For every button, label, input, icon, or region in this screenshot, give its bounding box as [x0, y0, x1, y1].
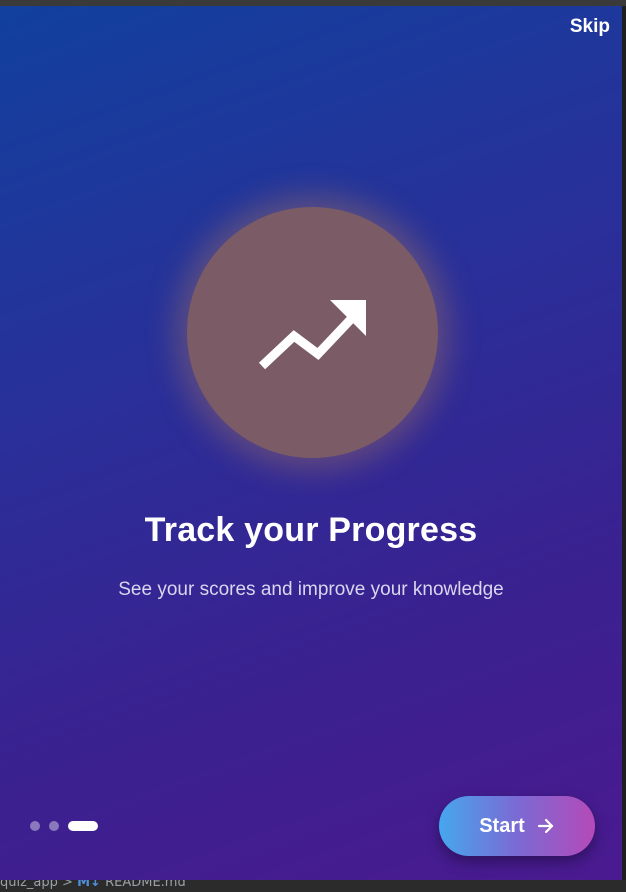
onboarding-subtitle: See your scores and improve your knowled… [118, 579, 504, 600]
window-right-edge [622, 6, 626, 880]
editor-breadcrumb-bar: quiz_app > M↓ README.md [0, 880, 626, 892]
breadcrumb-folder[interactable]: quiz_app [0, 880, 58, 890]
breadcrumb-separator: > [62, 880, 73, 890]
start-button-label: Start [479, 814, 525, 837]
page-indicator-dot-active[interactable] [68, 820, 98, 831]
start-button[interactable]: Start [439, 796, 595, 856]
onboarding-title: Track your Progress [144, 511, 478, 549]
onboarding-screen: Skip Track your Progress See your scores… [0, 6, 622, 880]
page-indicator [30, 820, 98, 831]
skip-button[interactable]: Skip [570, 16, 610, 38]
markdown-file-icon: M↓ [77, 880, 101, 890]
breadcrumb: quiz_app > M↓ README.md [0, 880, 186, 890]
arrow-right-icon [537, 818, 553, 834]
trending-up-icon [258, 300, 366, 370]
page-indicator-dot[interactable] [49, 820, 59, 831]
breadcrumb-file[interactable]: README.md [105, 880, 186, 890]
page-indicator-dot[interactable] [30, 820, 40, 831]
